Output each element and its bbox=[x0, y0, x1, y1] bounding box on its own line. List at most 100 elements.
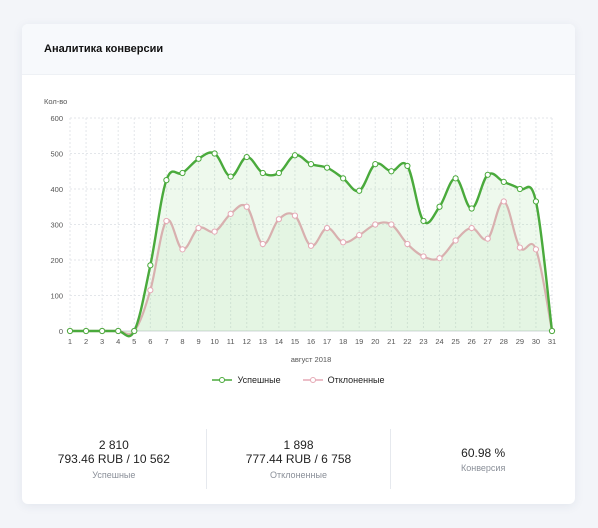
series-0-point bbox=[500, 178, 507, 185]
stat-conversion: 60.98 % Конверсия bbox=[390, 429, 575, 489]
x-tick-label: 29 bbox=[516, 337, 524, 346]
series-0-point bbox=[163, 177, 170, 184]
series-0-point bbox=[484, 171, 491, 178]
series-0-point bbox=[211, 150, 218, 157]
series-1-point bbox=[500, 198, 507, 205]
x-tick-label: 8 bbox=[180, 337, 184, 346]
stat-declined-label: Отклоненные bbox=[270, 470, 327, 480]
legend-item-success[interactable]: Успешные bbox=[212, 375, 281, 385]
x-tick-label: 13 bbox=[259, 337, 267, 346]
series-0-point bbox=[82, 327, 90, 335]
x-tick-label: 28 bbox=[500, 337, 508, 346]
stat-success-count: 2 810 bbox=[98, 438, 129, 452]
series-1-point bbox=[179, 246, 186, 253]
x-tick-label: 11 bbox=[227, 337, 235, 346]
series-1-point bbox=[404, 240, 411, 248]
series-0-point bbox=[179, 169, 186, 177]
x-tick-label: 1 bbox=[68, 337, 72, 346]
series-1-point bbox=[163, 217, 170, 225]
legend-item-declined[interactable]: Отклоненные bbox=[302, 375, 385, 385]
y-tick-label: 0 bbox=[59, 327, 63, 336]
series-0-point bbox=[66, 327, 74, 335]
series-0-point bbox=[307, 161, 315, 168]
series-0-point bbox=[275, 169, 282, 177]
y-axis-label: Кол-во bbox=[44, 97, 67, 106]
x-tick-label: 12 bbox=[243, 337, 251, 346]
series-0-point bbox=[532, 198, 540, 205]
legend-declined-label: Отклоненные bbox=[327, 375, 385, 385]
x-tick-label: 25 bbox=[451, 337, 459, 346]
x-tick-label: 4 bbox=[116, 337, 120, 346]
series-0-point bbox=[131, 327, 138, 335]
stat-conversion-label: Конверсия bbox=[461, 462, 506, 473]
series-1-point bbox=[356, 232, 363, 239]
x-tick-label: 18 bbox=[339, 337, 347, 346]
x-tick-label: 5 bbox=[132, 337, 136, 346]
series-0-point bbox=[356, 187, 363, 194]
x-tick-label: 14 bbox=[275, 337, 283, 346]
chart-legend: Успешные Отклоненные bbox=[22, 375, 575, 385]
series-0-point bbox=[99, 327, 106, 335]
series-0-point bbox=[227, 173, 234, 180]
series-0-point bbox=[388, 168, 395, 175]
series-0-point bbox=[452, 175, 459, 182]
x-tick-label: 19 bbox=[355, 337, 363, 346]
series-1-point bbox=[291, 212, 299, 219]
series-1-point bbox=[275, 216, 282, 223]
stat-declined-amount: 777.44 RUB / 6 758 bbox=[245, 452, 352, 466]
series-1-point bbox=[243, 203, 250, 210]
x-tick-label: 17 bbox=[323, 337, 331, 346]
x-tick-label: 21 bbox=[387, 337, 395, 346]
y-tick-label: 300 bbox=[50, 221, 63, 230]
x-tick-label: 30 bbox=[532, 337, 540, 346]
series-0-point bbox=[548, 327, 556, 335]
series-1-point bbox=[340, 239, 347, 246]
series-1-point bbox=[227, 210, 234, 217]
series-0-point bbox=[259, 169, 266, 177]
series-1-point bbox=[452, 237, 459, 244]
series-0-point bbox=[291, 152, 299, 159]
stat-success-amount: 793.46 RUB / 10 562 bbox=[57, 452, 170, 466]
series-1-point bbox=[436, 255, 443, 262]
series-1-point bbox=[147, 287, 154, 294]
x-tick-label: 16 bbox=[307, 337, 315, 346]
series-1-point bbox=[532, 246, 540, 253]
series-0-point bbox=[323, 164, 331, 171]
stats-row: 2 810 793.46 RUB / 10 562 Успешные 1 898… bbox=[22, 429, 575, 489]
conversion-analytics-card: Аналитика конверсии 0 100 200 300 400 500 600 1… bbox=[22, 24, 575, 504]
x-tick-label: 26 bbox=[467, 337, 475, 346]
y-tick-label: 500 bbox=[50, 150, 63, 159]
x-axis-label: август 2018 bbox=[291, 355, 332, 364]
series-1-point bbox=[484, 235, 491, 242]
x-tick-label: 9 bbox=[196, 337, 200, 346]
x-tick-label: 23 bbox=[419, 337, 427, 346]
y-tick-label: 600 bbox=[50, 114, 63, 123]
y-tick-label: 400 bbox=[50, 185, 63, 194]
series-1-point bbox=[323, 224, 331, 232]
series-0-point bbox=[115, 327, 122, 335]
series-1-point bbox=[259, 240, 266, 248]
series-1-point bbox=[468, 224, 475, 232]
x-tick-label: 20 bbox=[371, 337, 379, 346]
series-1-point bbox=[388, 221, 395, 228]
x-tick-label: 24 bbox=[435, 337, 443, 346]
x-tick-label: 2 bbox=[84, 337, 88, 346]
x-tick-label: 6 bbox=[148, 337, 152, 346]
legend-success-label: Успешные bbox=[237, 375, 281, 385]
stat-success-label: Успешные bbox=[92, 470, 136, 480]
x-tick-label: 10 bbox=[210, 337, 218, 346]
series-0-point bbox=[195, 155, 202, 162]
legend-success-swatch-icon bbox=[212, 377, 233, 383]
stat-success: 2 810 793.46 RUB / 10 562 Успешные bbox=[22, 429, 206, 489]
stat-declined-count: 1 898 bbox=[283, 438, 314, 452]
x-tick-label: 31 bbox=[548, 337, 556, 346]
x-tick-label: 22 bbox=[403, 337, 411, 346]
series-1-point bbox=[195, 224, 202, 232]
stat-conversion-value: 60.98 % bbox=[461, 445, 506, 460]
series-1-point bbox=[307, 242, 315, 249]
series-0-point bbox=[436, 203, 443, 210]
series-1-point bbox=[420, 253, 427, 260]
series-0-point bbox=[243, 153, 250, 161]
series-0-point bbox=[147, 262, 154, 269]
line-chart: 01002003004005006001 2 3 4 5 6 7 8 9 10 11 12 13 14 15… bbox=[44, 97, 556, 364]
